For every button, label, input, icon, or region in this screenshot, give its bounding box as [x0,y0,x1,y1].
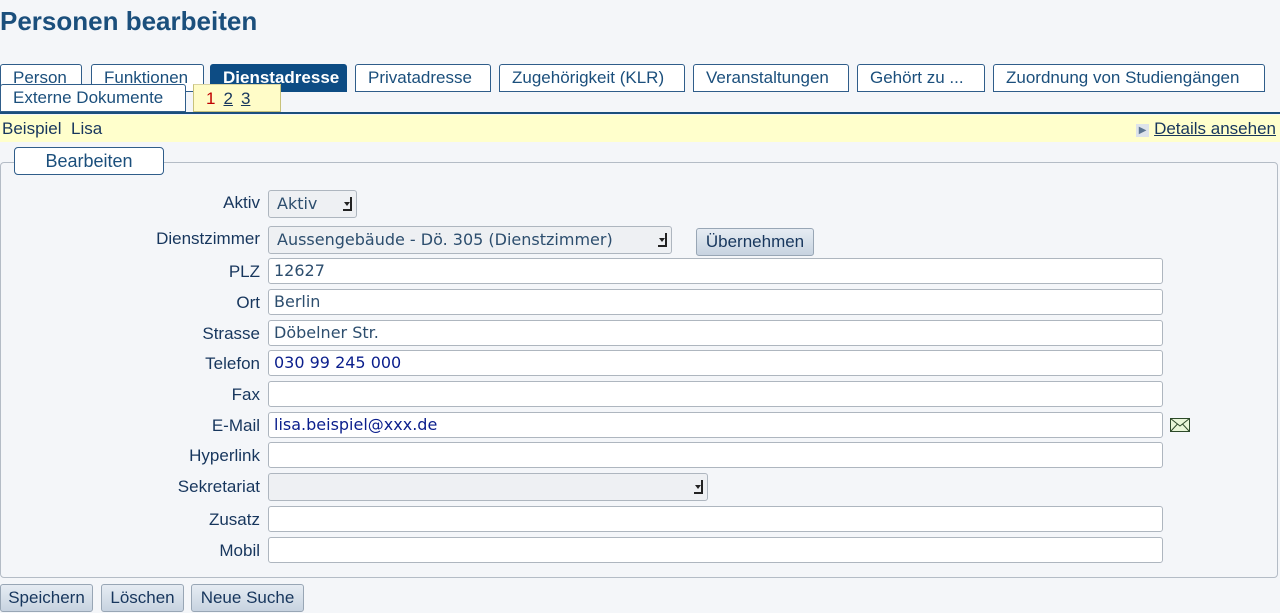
tab-zuordnung-studiengaenge[interactable]: Zuordnung von Studiengängen [993,64,1265,92]
hyperlink-input[interactable] [268,442,1163,468]
pager-page-3[interactable]: 3 [241,89,250,108]
new-search-button[interactable]: Neue Suche [191,584,304,612]
save-button[interactable]: Speichern [0,584,93,612]
fax-input[interactable] [268,381,1163,407]
dropdown-arrow-icon [658,233,667,247]
mail-icon[interactable] [1170,418,1190,432]
dienstzimmer-value: Aussengebäude - Dö. 305 (Dienstzimmer) [277,230,613,249]
page-title: Personen bearbeiten [0,6,258,36]
details-link-label: Details ansehen [1154,119,1276,138]
person-first: Beispiel [2,119,62,138]
tab-gehoert-zu[interactable]: Gehört zu ... [857,64,985,92]
tab-divider [0,112,1280,114]
telefon-label: Telefon [205,354,260,373]
zusatz-label: Zusatz [208,510,260,529]
plz-label: PLZ [228,262,260,281]
person-name: Beispiel Lisa [2,115,102,142]
dropdown-arrow-icon [343,197,352,211]
mobil-label: Mobil [219,541,260,560]
tab-privatadresse[interactable]: Privatadresse [355,64,491,92]
sekretariat-label: Sekretariat [177,477,260,496]
section-legend: Bearbeiten [14,147,164,175]
ort-input[interactable]: Berlin [268,289,1163,315]
strasse-label: Strasse [202,324,260,343]
aktiv-select[interactable]: Aktiv [268,190,357,218]
sekretariat-select[interactable] [268,473,708,501]
pager-page-2[interactable]: 2 [223,89,232,108]
dienstzimmer-label: Dienstzimmer [156,229,260,248]
tab-zugehoerigkeit[interactable]: Zugehörigkeit (KLR) [499,64,685,92]
arrow-right-icon: ▶ [1136,124,1150,137]
aktiv-label: Aktiv [223,193,260,212]
details-link[interactable]: ▶ Details ansehen [1136,115,1276,142]
dropdown-arrow-icon [694,480,703,494]
delete-button[interactable]: Löschen [101,584,184,612]
email-label: E-Mail [211,416,260,435]
email-input[interactable]: lisa.beispiel@xxx.de [268,412,1163,438]
person-last: Lisa [71,119,103,138]
aktiv-value: Aktiv [277,194,318,213]
zusatz-input[interactable] [268,506,1163,532]
tab-veranstaltungen[interactable]: Veranstaltungen [693,64,849,92]
tab-externe-dokumente[interactable]: Externe Dokumente [0,84,186,112]
pager: 123 [193,84,281,112]
telefon-input[interactable]: 030 99 245 000 [268,350,1163,376]
plz-input[interactable]: 12627 [268,258,1163,284]
dienstzimmer-select[interactable]: Aussengebäude - Dö. 305 (Dienstzimmer) [268,226,672,254]
mobil-input[interactable] [268,537,1163,563]
strasse-input[interactable]: Döbelner Str. [268,320,1163,346]
fax-label: Fax [231,385,260,404]
hyperlink-label: Hyperlink [189,446,260,465]
ort-label: Ort [236,293,260,312]
uebernehmen-button[interactable]: Übernehmen [696,228,814,256]
pager-current: 1 [206,89,216,108]
person-info-bar: Beispiel Lisa ▶ Details ansehen [0,115,1280,142]
